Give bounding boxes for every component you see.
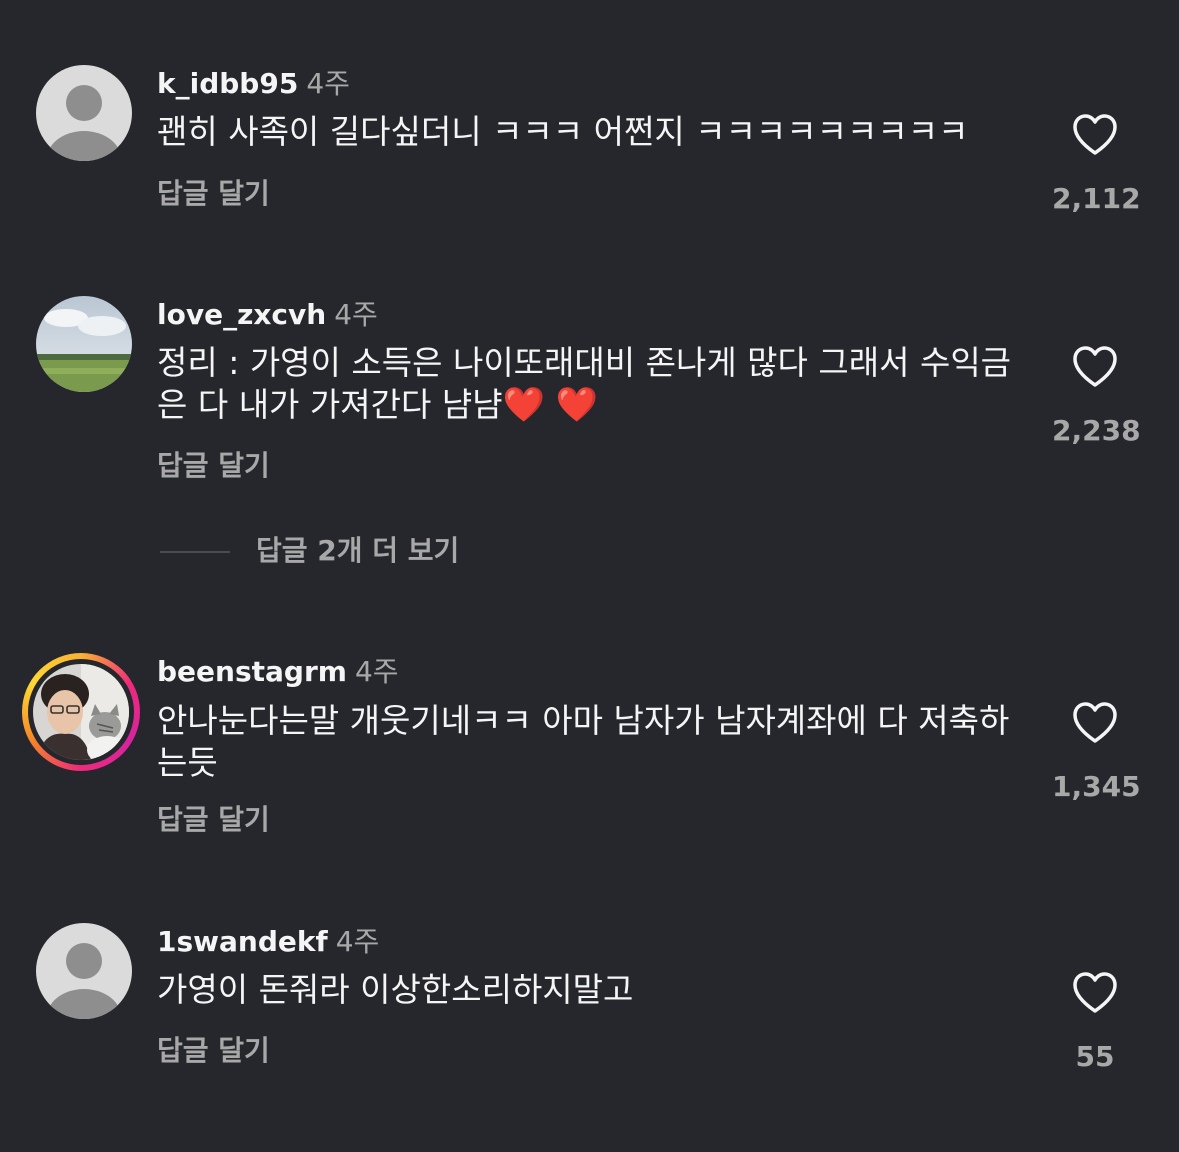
like-control: 1,345	[1052, 700, 1141, 804]
like-count: 2,238	[1052, 414, 1141, 447]
like-count: 2,112	[1052, 182, 1141, 215]
comment-text: 안나눈다는말 개웃기네ㅋㅋ 아마 남자가 남자계좌에 다 저축하는듯	[157, 701, 1010, 782]
reply-button[interactable]: 답글 달기	[157, 1034, 270, 1068]
comment-username[interactable]: 1swandekf	[157, 925, 328, 958]
reply-button[interactable]: 답글 달기	[157, 803, 270, 837]
view-more-replies-button[interactable]: 답글 2개 더 보기	[160, 534, 459, 568]
comment-username[interactable]: k_idbb95	[157, 67, 298, 100]
comment-text: 정리 : 가영이 소득은 나이또래대비 존나게 많다 그래서 수익금은 다 내가…	[157, 342, 1017, 426]
heart-icon[interactable]	[1071, 344, 1119, 388]
avatar-ring-gap	[28, 659, 134, 765]
like-control: 2,112	[1052, 112, 1141, 216]
comment-username[interactable]: beenstagrm	[157, 655, 347, 688]
default-avatar-icon[interactable]	[36, 65, 132, 161]
landscape-photo-avatar[interactable]	[36, 296, 132, 392]
person-with-cat-photo	[33, 664, 129, 760]
heart-emoji: ❤️ ❤️	[502, 385, 599, 425]
heart-icon[interactable]	[1071, 970, 1119, 1014]
reply-button[interactable]: 답글 달기	[157, 177, 270, 211]
story-ring-avatar[interactable]	[22, 653, 140, 771]
like-control: 55	[1052, 970, 1138, 1074]
comment-text: 괜히 사족이 길다싶더니 ㅋㅋㅋ 어쩐지 ㅋㅋㅋㅋㅋㅋㅋㅋㅋ	[157, 112, 969, 151]
heart-icon[interactable]	[1071, 700, 1119, 744]
view-more-replies-label: 답글 2개 더 보기	[256, 534, 460, 567]
comment-time: 4주	[354, 655, 399, 688]
comment-time: 4주	[306, 67, 350, 100]
like-control: 2,238	[1052, 344, 1141, 448]
like-count: 55	[1075, 1040, 1115, 1073]
comment-username[interactable]: love_zxcvh	[157, 298, 326, 331]
reply-button[interactable]: 답글 달기	[157, 449, 270, 483]
heart-icon[interactable]	[1071, 112, 1119, 156]
comment-time: 4주	[334, 298, 378, 331]
default-avatar-icon[interactable]	[36, 923, 132, 1019]
like-count: 1,345	[1052, 770, 1141, 803]
comment-time: 4주	[335, 925, 380, 958]
comment-text: 가영이 돈줘라 이상한소리하지말고	[157, 970, 634, 1009]
divider-line	[160, 551, 230, 553]
